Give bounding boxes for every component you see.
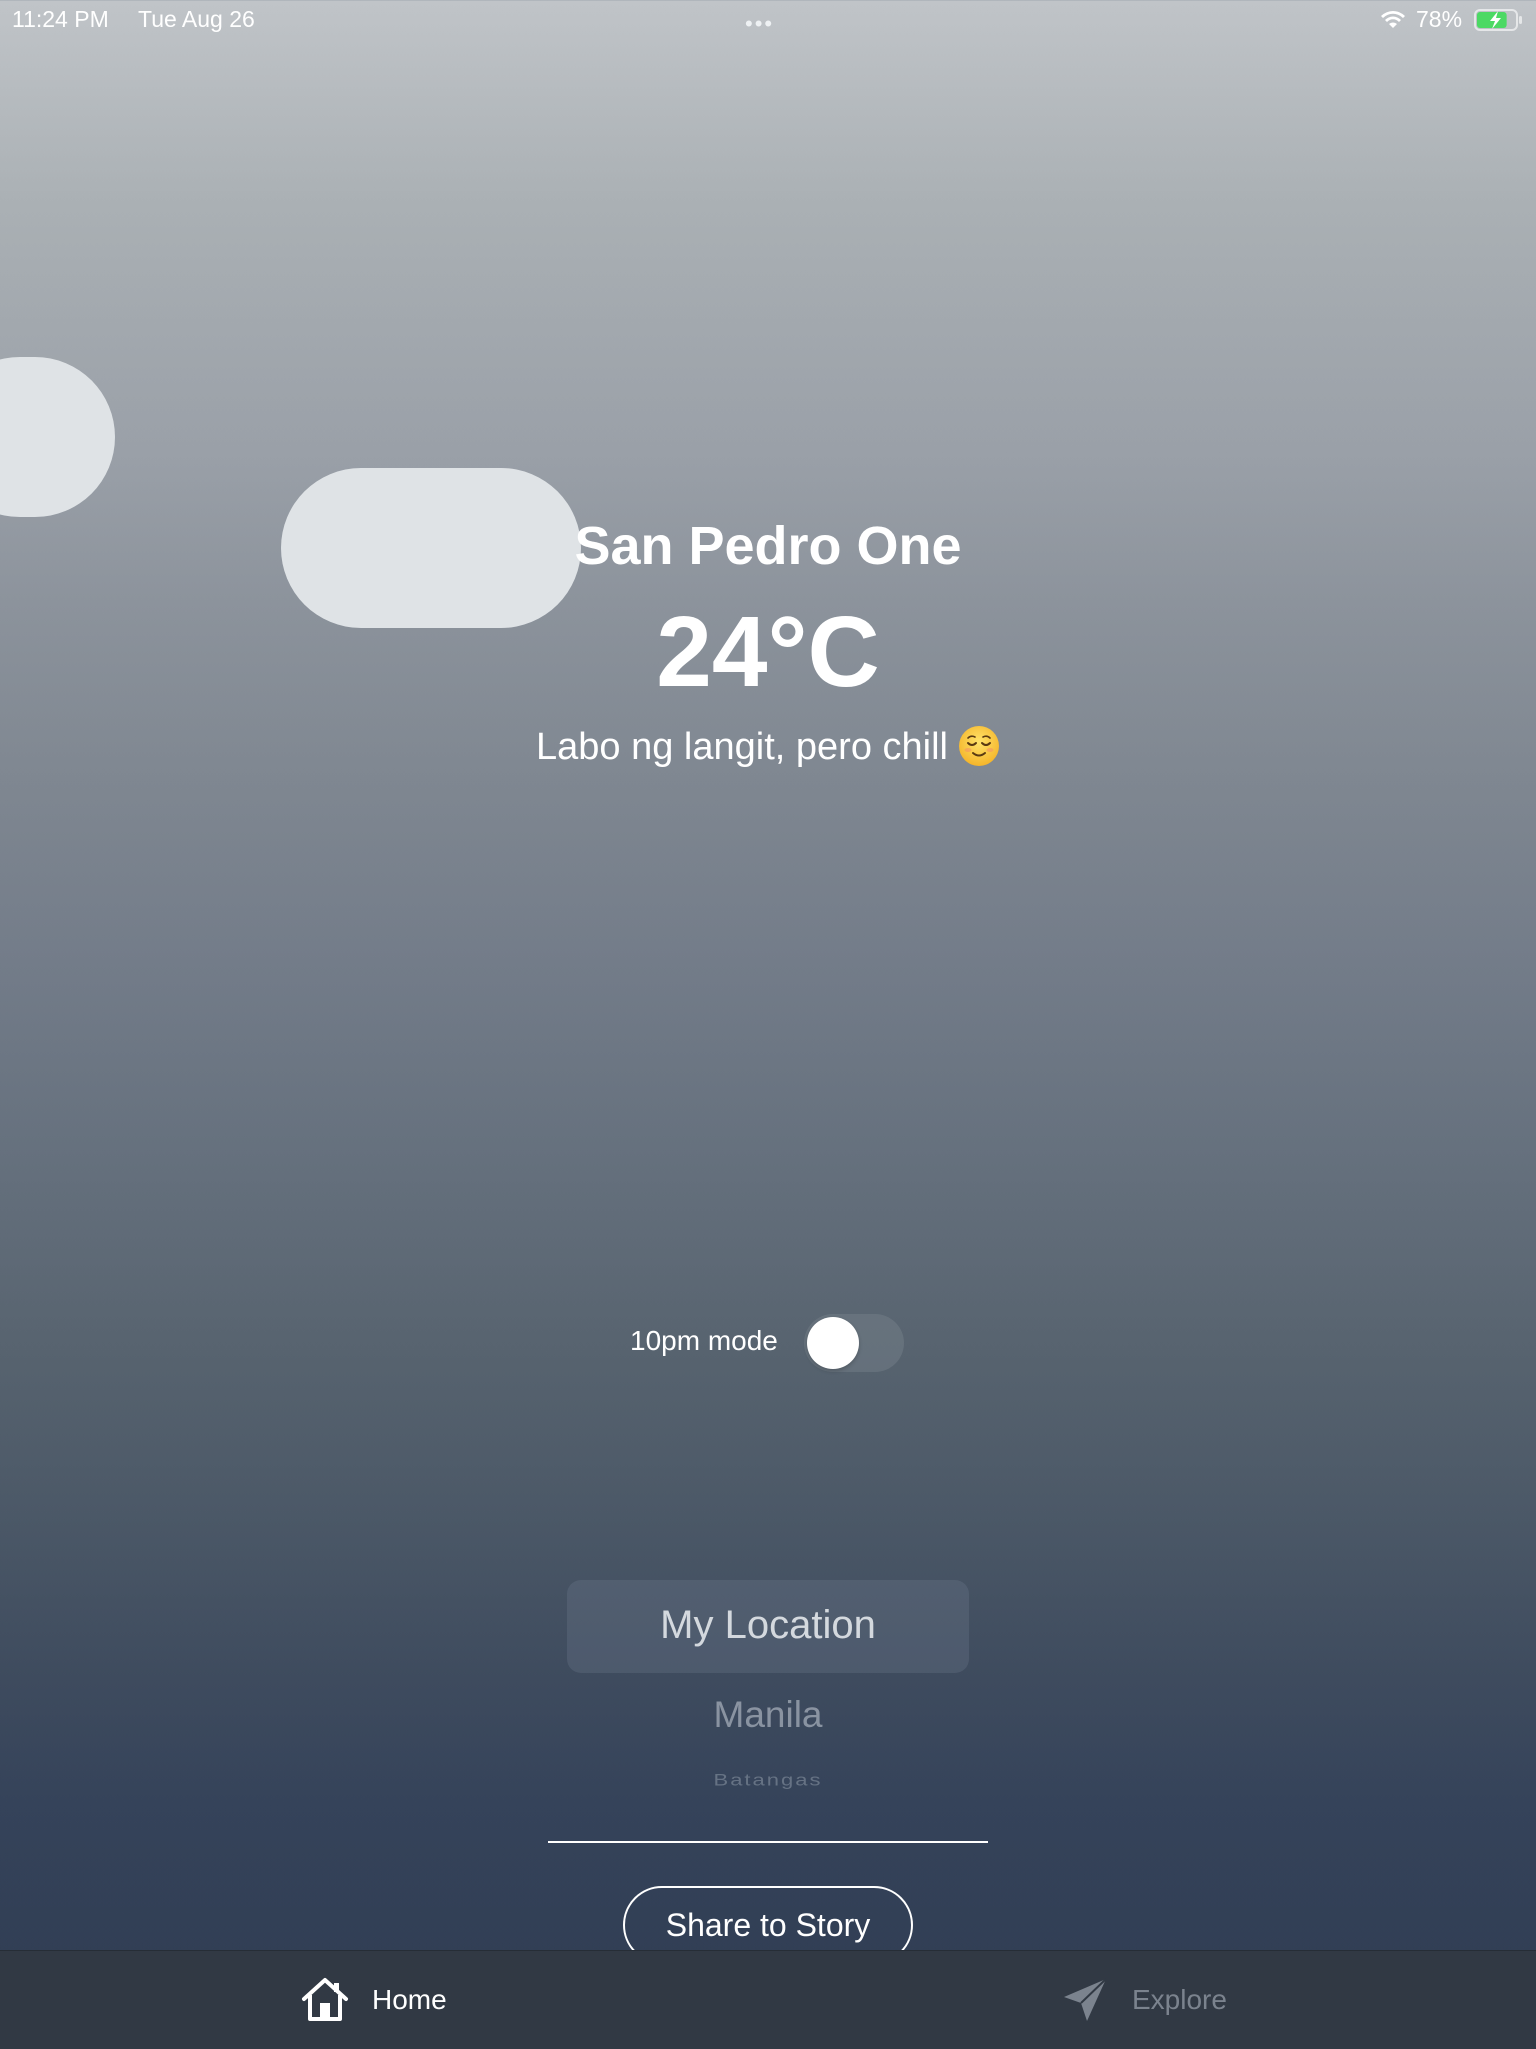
tab-explore-label: Explore [1132, 1984, 1227, 2015]
weather-description-text: Labo ng langit, pero chill [536, 726, 948, 768]
location-option-batangas[interactable]: Batangas [0, 1770, 1536, 1790]
weather-description: Labo ng langit, pero chill [0, 725, 1536, 769]
city-name: San Pedro One [574, 516, 962, 576]
tab-bar: Home Explore [0, 1950, 1536, 2049]
location-option-my-location[interactable]: My Location [0, 1603, 1536, 1648]
tab-home-label: Home [372, 1984, 447, 2015]
toggle-knob [807, 1317, 859, 1369]
multitasking-dots[interactable]: ••• [745, 11, 774, 37]
house-icon [302, 1978, 348, 2021]
temperature: 24°C [656, 596, 880, 708]
cloud-shape [0, 357, 115, 517]
status-bar: 11:24 PM Tue Aug 26 ••• 78% [0, 0, 1536, 40]
relieved-face-emoji-icon [958, 726, 999, 766]
ten-pm-mode-toggle[interactable] [804, 1314, 904, 1372]
battery-charging-icon [1474, 9, 1522, 31]
paper-plane-icon [1064, 1978, 1107, 2021]
ten-pm-mode-label: 10pm mode [630, 1325, 778, 1356]
status-date: Tue Aug 26 [138, 6, 255, 32]
battery-percent: 78% [1416, 6, 1463, 32]
picker-divider [548, 1841, 988, 1843]
location-option-manila[interactable]: Manila [0, 1694, 1536, 1736]
status-time: 11:24 PM [12, 6, 109, 32]
wifi-icon [1381, 11, 1405, 28]
ten-pm-mode-row: 10pm mode [0, 1310, 1536, 1372]
